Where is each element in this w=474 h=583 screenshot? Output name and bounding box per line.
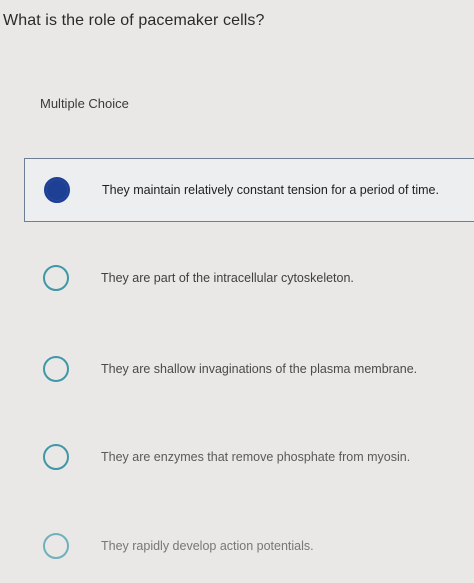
answer-option-label: They maintain relatively constant tensio… (102, 183, 439, 197)
answer-option-label: They are enzymes that remove phosphate f… (101, 450, 411, 464)
answer-option-label: They are shallow invaginations of the pl… (101, 362, 418, 376)
radio-unselected-icon[interactable] (43, 533, 69, 559)
answer-option-label: They rapidly develop action potentials. (101, 539, 314, 553)
radio-unselected-icon[interactable] (43, 444, 69, 470)
answer-option-1[interactable]: They maintain relatively constant tensio… (24, 158, 474, 222)
radio-unselected-icon[interactable] (43, 356, 69, 382)
answer-option-label: They are part of the intracellular cytos… (101, 271, 354, 285)
answer-option-3[interactable]: They are shallow invaginations of the pl… (24, 337, 474, 401)
radio-selected-icon[interactable] (44, 177, 70, 203)
answer-option-2[interactable]: They are part of the intracellular cytos… (24, 246, 474, 310)
answer-option-5[interactable]: They rapidly develop action potentials. (24, 514, 474, 578)
answer-option-4[interactable]: They are enzymes that remove phosphate f… (24, 425, 474, 489)
answer-options: They maintain relatively constant tensio… (0, 0, 474, 583)
radio-unselected-icon[interactable] (43, 265, 69, 291)
